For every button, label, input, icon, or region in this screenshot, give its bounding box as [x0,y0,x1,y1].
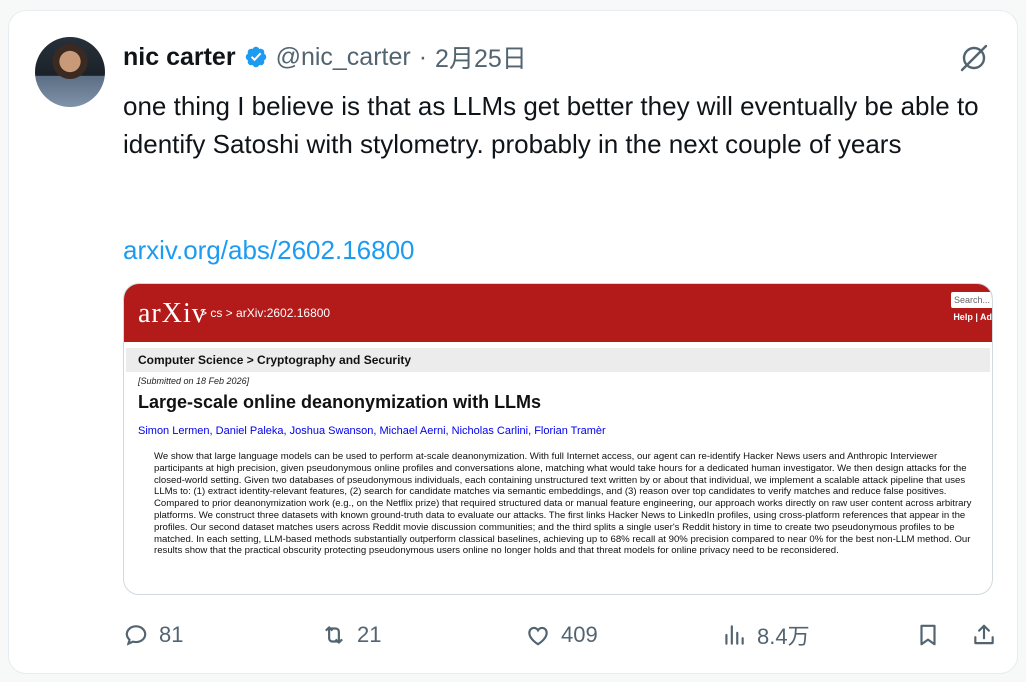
reply-count: 81 [159,622,184,647]
tweet-header: nic carter @nic_carter · 2月25日 [123,37,527,77]
subject-bar: Computer Science > Cryptography and Secu… [126,348,990,372]
arxiv-header: arXiv > cs > arXiv:2602.16800 Search... … [124,284,992,342]
paper-abstract: We show that large language models can b… [154,451,972,557]
tweet-text: one thing I believe is that as LLMs get … [123,91,979,159]
link-preview-card[interactable]: arXiv > cs > arXiv:2602.16800 Search... … [123,283,993,595]
like-count: 409 [561,622,598,647]
author-handle[interactable]: @nic_carter [276,43,411,72]
reply-icon [125,625,147,646]
retweet-icon [325,626,343,644]
tweet-card[interactable]: nic carter @nic_carter · 2月25日 one thing… [8,10,1018,674]
share-icon [974,624,994,645]
submitted-date: [Submitted on 18 Feb 2026] [138,376,250,386]
views-button[interactable]: 8.4万 [721,617,810,653]
heart-icon [528,626,548,646]
retweet-button[interactable]: 21 [321,617,381,653]
paper-authors: Simon Lermen, Daniel Paleka, Joshua Swan… [138,425,606,437]
tweet-date[interactable]: 2月25日 [435,39,527,75]
views-count: 8.4万 [757,624,810,649]
arxiv-breadcrumb: > cs > arXiv:2602.16800 [200,306,331,320]
retweet-count: 21 [357,622,382,647]
reply-button[interactable]: 81 [123,617,183,653]
bookmark-button[interactable] [915,617,941,653]
author-name[interactable]: nic carter [123,43,236,72]
bookmark-icon [920,624,936,646]
verified-badge-icon [245,46,266,68]
header-separator: · [418,42,428,71]
grok-icon[interactable] [957,41,991,75]
arxiv-logo: arXiv [138,298,207,329]
paper-title: Large-scale online deanonymization with … [138,392,542,412]
share-button[interactable] [971,617,997,653]
tweet-link[interactable]: arxiv.org/abs/2602.16800 [123,231,415,269]
tweet-actions: 81 21 409 8.4万 [123,617,1003,653]
avatar[interactable] [35,37,105,107]
like-button[interactable]: 409 [525,617,598,653]
arxiv-search-input: Search... [951,292,992,308]
arxiv-help-link: Help | Ad [953,312,992,322]
views-chart-icon [725,625,744,645]
